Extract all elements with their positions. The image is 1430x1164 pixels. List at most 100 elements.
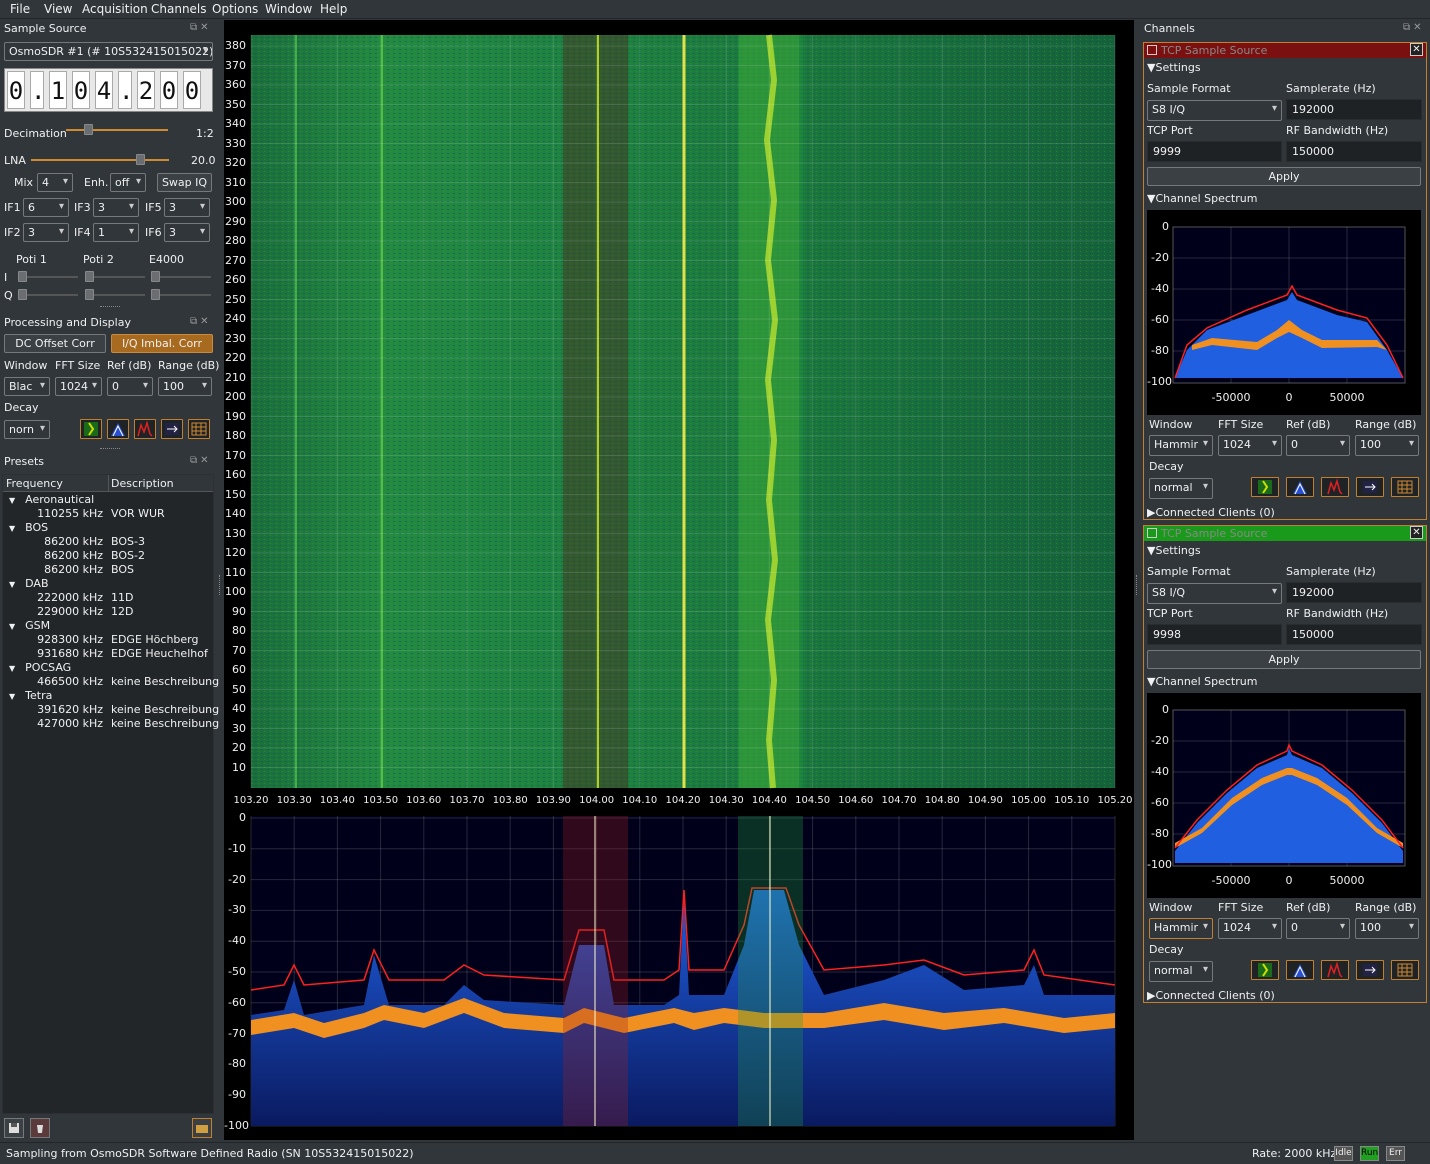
grid-toggle-icon[interactable]: [188, 419, 210, 439]
maxhold-toggle-icon[interactable]: [1321, 477, 1349, 497]
range-select[interactable]: 100: [1355, 435, 1419, 456]
maxhold-toggle-icon[interactable]: [134, 419, 156, 439]
spectrum-svg[interactable]: [224, 20, 1134, 1140]
save-preset-icon[interactable]: [4, 1118, 24, 1138]
frequency-dial[interactable]: 0 . 1 0 4 . 2 0 0: [4, 68, 213, 112]
splitter-handle[interactable]: [100, 306, 120, 309]
expand-arrow-icon[interactable]: ▼: [9, 580, 15, 589]
freq-digit[interactable]: 0: [7, 71, 25, 109]
slider-handle[interactable]: [151, 289, 160, 300]
channel-spectrum-plot[interactable]: 0 -20 -40 -60 -80 -100 -50000 0 50000: [1147, 693, 1421, 898]
ref-select[interactable]: 0: [1286, 435, 1350, 456]
device-select[interactable]: OsmoSDR #1 (# 10S532415015022): [4, 42, 213, 61]
freq-digit[interactable]: 4: [95, 71, 113, 109]
fft-select[interactable]: 1024: [55, 377, 102, 396]
fft-select[interactable]: 1024: [1218, 435, 1282, 456]
freq-digit[interactable]: 0: [183, 71, 201, 109]
invert-toggle-icon[interactable]: [1356, 477, 1384, 497]
slider-handle[interactable]: [151, 271, 160, 282]
decay-select[interactable]: normal: [1149, 961, 1213, 982]
fft-select[interactable]: 1024: [1218, 918, 1282, 939]
channel-checkbox[interactable]: [1147, 45, 1157, 55]
window-select[interactable]: Hammir: [1149, 435, 1213, 456]
range-select[interactable]: 100: [158, 377, 212, 396]
iq-imbalance-button[interactable]: I/Q Imbal. Corr: [111, 334, 213, 353]
if6-select[interactable]: 3: [164, 223, 210, 242]
window-select[interactable]: Hammir: [1149, 918, 1213, 939]
decay-select[interactable]: normal: [1149, 478, 1213, 499]
invert-toggle-icon[interactable]: [1356, 960, 1384, 980]
menu-window[interactable]: Window: [265, 2, 312, 16]
channel-header[interactable]: TCP Sample Source ✕: [1144, 43, 1426, 58]
channel-spectrum-plot[interactable]: 0 -20 -40 -60 -80 -100 -50000 0 50000: [1147, 210, 1421, 415]
maxhold-toggle-icon[interactable]: [1321, 960, 1349, 980]
splitter-handle[interactable]: [219, 575, 222, 595]
col-frequency[interactable]: Frequency: [6, 477, 63, 490]
dock-float-close-icon[interactable]: ⧉✕: [190, 316, 212, 327]
preset-group[interactable]: ▼ DAB: [9, 577, 49, 590]
lna-slider[interactable]: [31, 159, 169, 161]
poti1-i-slider[interactable]: [20, 276, 78, 278]
splitter-handle[interactable]: [1136, 575, 1139, 595]
presets-tree[interactable]: Frequency Description ▼ Aeronautical 11025…: [2, 474, 219, 1114]
connected-clients-section[interactable]: ▶Connected Clients (0): [1147, 989, 1275, 1002]
rf-bandwidth-field[interactable]: 150000: [1286, 624, 1422, 645]
apply-button[interactable]: Apply: [1147, 650, 1421, 669]
dc-offset-button[interactable]: DC Offset Corr: [4, 334, 106, 353]
invert-toggle-icon[interactable]: [161, 419, 183, 439]
freq-digit[interactable]: 0: [160, 71, 178, 109]
tcp-port-field[interactable]: 9999: [1147, 141, 1282, 162]
freq-digit[interactable]: 1: [49, 71, 67, 109]
preset-group[interactable]: ▼ GSM: [9, 619, 50, 632]
settings-section[interactable]: ▼Settings: [1147, 544, 1201, 557]
if3-select[interactable]: 3: [93, 198, 139, 217]
menu-view[interactable]: View: [44, 2, 72, 16]
slider-handle[interactable]: [18, 289, 27, 300]
if5-select[interactable]: 3: [164, 198, 210, 217]
tcp-port-field[interactable]: 9998: [1147, 624, 1282, 645]
samplerate-field[interactable]: 192000: [1286, 582, 1422, 603]
histogram-toggle-icon[interactable]: [1286, 960, 1314, 980]
delete-preset-icon[interactable]: [30, 1118, 50, 1138]
grid-toggle-icon[interactable]: [1391, 960, 1419, 980]
enh-select[interactable]: off: [110, 173, 146, 192]
histogram-toggle-icon[interactable]: [107, 419, 129, 439]
expand-arrow-icon[interactable]: ▼: [9, 524, 15, 533]
e4000-i-slider[interactable]: [153, 276, 211, 278]
swap-iq-button[interactable]: Swap IQ: [157, 173, 212, 192]
freq-digit[interactable]: 2: [137, 71, 155, 109]
if4-select[interactable]: 1: [93, 223, 139, 242]
expand-arrow-icon[interactable]: ▼: [9, 664, 15, 673]
waterfall-toggle-icon[interactable]: [80, 419, 102, 439]
menu-options[interactable]: Options: [212, 2, 258, 16]
slider-handle[interactable]: [18, 271, 27, 282]
range-select[interactable]: 100: [1355, 918, 1419, 939]
decimation-slider[interactable]: [66, 129, 168, 131]
decay-select[interactable]: norn: [4, 420, 50, 439]
menu-help[interactable]: Help: [320, 2, 347, 16]
dock-float-close-icon[interactable]: ⧉✕: [1403, 22, 1425, 33]
channel-checkbox[interactable]: [1147, 528, 1157, 538]
close-icon[interactable]: ✕: [1410, 526, 1423, 539]
freq-digit[interactable]: 0: [72, 71, 90, 109]
window-select[interactable]: Blac: [4, 377, 50, 396]
channel-spectrum-section[interactable]: ▼Channel Spectrum: [1147, 675, 1257, 688]
waterfall-plot[interactable]: [250, 34, 1116, 789]
waterfall-toggle-icon[interactable]: [1251, 477, 1279, 497]
expand-arrow-icon[interactable]: ▼: [9, 622, 15, 631]
decimation-slider-handle[interactable]: [84, 124, 93, 135]
waterfall-toggle-icon[interactable]: [1251, 960, 1279, 980]
menu-file[interactable]: File: [10, 2, 30, 16]
poti1-q-slider[interactable]: [20, 294, 78, 296]
if2-select[interactable]: 3: [23, 223, 69, 242]
dock-float-close-icon[interactable]: ⧉✕: [190, 455, 212, 466]
poti2-q-slider[interactable]: [87, 294, 145, 296]
ref-select[interactable]: 0: [107, 377, 153, 396]
menu-acquisition[interactable]: Acquisition: [82, 2, 148, 16]
preset-group[interactable]: ▼ POCSAG: [9, 661, 71, 674]
grid-toggle-icon[interactable]: [1391, 477, 1419, 497]
expand-arrow-icon[interactable]: ▼: [9, 496, 15, 505]
expand-arrow-icon[interactable]: ▼: [9, 692, 15, 701]
connected-clients-section[interactable]: ▶Connected Clients (0): [1147, 506, 1275, 519]
channel-spectrum-section[interactable]: ▼Channel Spectrum: [1147, 192, 1257, 205]
